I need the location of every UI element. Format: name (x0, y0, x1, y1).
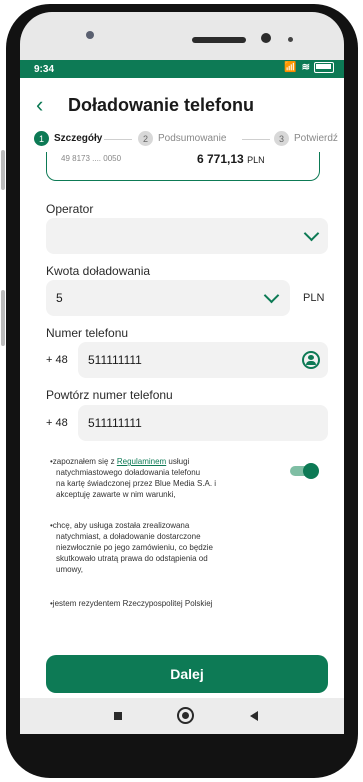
step-label: Potwierdź (294, 133, 338, 144)
phone-label: Numer telefonu (46, 326, 129, 340)
proximity-sensor (288, 37, 293, 42)
consent-text: skutkowało utratą prawa do odstąpienia o… (56, 554, 208, 563)
consent-text: usługi (166, 457, 190, 466)
operator-select[interactable] (46, 218, 328, 254)
phone-input[interactable]: 511111111 (78, 342, 328, 378)
step-divider (104, 139, 132, 140)
step-summary: 2 Podsumowanie (138, 131, 226, 146)
amount-unit: PLN (303, 292, 325, 304)
terms-link[interactable]: Regulaminem (117, 457, 166, 466)
consent-text: akceptuję zawarte w nim warunki, (56, 490, 176, 499)
consent-terms: •zapoznałem się z Regulaminem usługi nat… (50, 456, 216, 500)
consent-text: na kartę świadczonej przez Blue Media S.… (56, 479, 217, 488)
volume-button (1, 150, 5, 190)
form-scroll-area[interactable]: 49 8173 .... 0050 6 771,13 PLN › Operato… (20, 152, 344, 698)
phone-repeat-label: Powtórz numer telefonu (46, 388, 173, 402)
step-details: 1 Szczegóły (34, 131, 102, 146)
consent-text: niezwłocznie po jego zamówieniu, co będz… (56, 543, 213, 552)
consent-immediate: •chcę, aby usługa została zrealizowana n… (50, 520, 213, 575)
step-label: Podsumowanie (158, 133, 227, 144)
phone-value: 511111111 (88, 353, 142, 367)
consent-text: •chcę, aby usługa została zrealizowana (50, 521, 190, 530)
page-title: Doładowanie telefonu (68, 95, 255, 115)
step-number: 3 (274, 131, 289, 146)
stepper: 1 Szczegóły 2 Podsumowanie 3 Potwierdź (20, 130, 344, 152)
consent-text: umowy, (56, 565, 83, 574)
phone-top-bezel (20, 12, 344, 62)
status-bar: 9:34 📶 ≋ (20, 60, 344, 78)
amount-label: Kwota doładowania (46, 264, 151, 278)
toggle-knob (303, 463, 319, 479)
signal-wifi-icon: 📶 ≋ (284, 62, 311, 74)
next-button[interactable]: Dalej (46, 655, 328, 693)
phone-repeat-input[interactable]: 511111111 (78, 405, 328, 441)
earpiece-speaker (192, 37, 246, 43)
step-confirm: 3 Potwierdź (274, 131, 338, 146)
consent-toggle[interactable] (290, 463, 319, 479)
page-header: ‹ Doładowanie telefonu (20, 78, 344, 130)
front-camera (261, 33, 271, 43)
contact-book-icon[interactable] (302, 351, 320, 369)
step-label: Szczegóły (54, 133, 103, 144)
chevron-down-icon (263, 287, 280, 304)
battery-icon (314, 62, 334, 73)
chevron-down-icon (303, 225, 320, 242)
back-icon[interactable] (250, 711, 258, 721)
amount-value: 5 (56, 291, 63, 305)
consent-text: •jestem rezydentem Rzeczypospolitej Pols… (50, 599, 213, 608)
phone-prefix: + 48 (46, 354, 68, 366)
app-screen: 9:34 📶 ≋ ‹ Doładowanie telefonu 1 Szczeg… (20, 60, 344, 698)
balance-currency: PLN (247, 155, 265, 165)
step-number: 1 (34, 131, 49, 146)
recent-apps-icon[interactable] (114, 712, 122, 720)
account-card[interactable]: 49 8173 .... 0050 6 771,13 PLN › (46, 152, 320, 181)
account-balance: 6 771,13 PLN (197, 152, 265, 166)
consent-text: •zapoznałem się z (50, 457, 117, 466)
consent-residency: •jestem rezydentem Rzeczypospolitej Pols… (50, 598, 212, 609)
phone-repeat-value: 511111111 (88, 416, 142, 430)
android-nav-bar (20, 698, 344, 734)
account-number: 49 8173 .... 0050 (61, 154, 122, 163)
chevron-right-icon: › (296, 152, 302, 154)
step-divider (242, 139, 270, 140)
consent-text: natychmiast, a doładowanie dostarczone (56, 532, 201, 541)
power-button (1, 290, 5, 346)
operator-label: Operator (46, 202, 94, 216)
status-time: 9:34 (34, 64, 55, 75)
balance-value: 6 771,13 (197, 152, 244, 166)
phone-repeat-prefix: + 48 (46, 417, 68, 429)
home-icon[interactable] (177, 707, 194, 724)
consent-text: natychmiastowego doładowania telefonu (56, 468, 201, 477)
step-number: 2 (138, 131, 153, 146)
front-sensor (86, 31, 94, 39)
status-icons: 📶 ≋ (284, 62, 334, 73)
back-arrow-icon[interactable]: ‹ (36, 92, 43, 118)
amount-select[interactable]: 5 (46, 280, 290, 316)
